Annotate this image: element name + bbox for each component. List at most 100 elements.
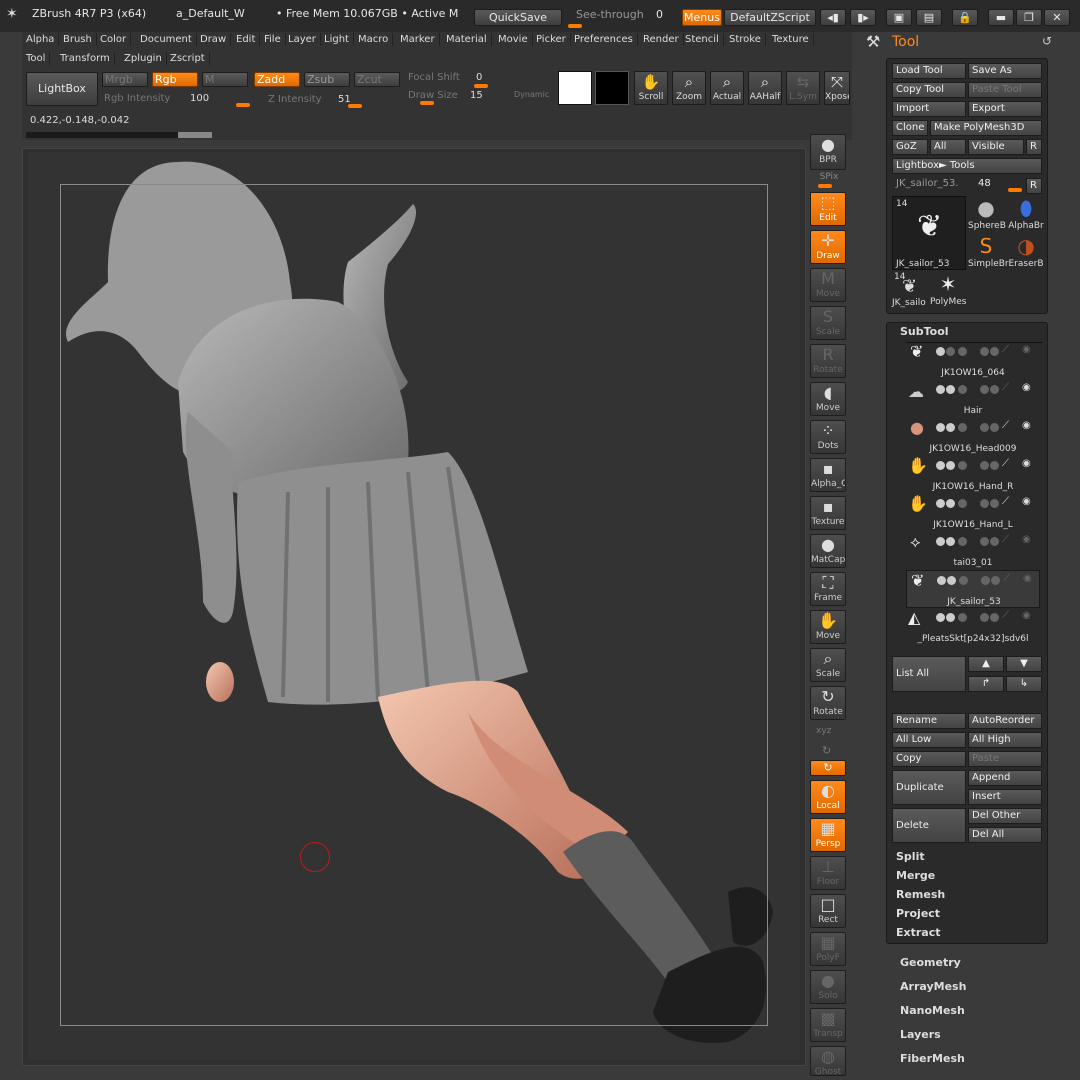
remesh-section[interactable]: Remesh — [896, 888, 945, 901]
menu-texture[interactable]: Texture — [768, 33, 814, 46]
copy-subtool-button[interactable]: Copy — [892, 751, 966, 767]
scale-mode-button[interactable]: S Scale — [810, 306, 846, 340]
aahalf-button[interactable]: ⌕ AAHalf — [748, 71, 782, 105]
zsub-button[interactable]: Zsub — [304, 72, 350, 87]
bpr-button[interactable]: ● BPR — [810, 134, 846, 170]
current-tool-value[interactable]: 48 — [978, 178, 991, 189]
eye-icon[interactable]: ◉ — [1022, 420, 1031, 431]
list-all-button[interactable]: List All — [892, 656, 966, 692]
sphere-brush-thumb[interactable]: ● SphereB — [968, 196, 1006, 234]
zcut-button[interactable]: Zcut — [354, 72, 400, 87]
subtool-item[interactable]: ◭ ⟋ ◉ _PleatsSkt[p24x32]sdv6l — [906, 608, 1040, 646]
dynamic-toggle[interactable]: Dynamic — [514, 90, 549, 99]
extract-section[interactable]: Extract — [896, 926, 941, 939]
all-low-button[interactable]: All Low — [892, 732, 966, 748]
all-button[interactable]: All — [930, 139, 966, 155]
lsym-button[interactable]: ⇆ L.Sym — [786, 71, 820, 105]
paste-tool-button[interactable]: Paste Tool — [968, 82, 1042, 98]
config-icon[interactable]: ▤ — [916, 9, 942, 26]
eye-icon[interactable]: ◉ — [1022, 534, 1031, 545]
menu-material[interactable]: Material — [442, 33, 492, 46]
main-color-swatch[interactable] — [558, 71, 592, 105]
brush-icon[interactable]: ⟋ — [1002, 458, 1009, 469]
texture-button[interactable]: ▪ Texture — [810, 496, 846, 530]
zadd-button[interactable]: Zadd — [254, 72, 300, 87]
insert-button[interactable]: Insert — [968, 789, 1042, 805]
nanomesh-section[interactable]: NanoMesh — [900, 1004, 965, 1017]
minimize-icon[interactable]: ▬ — [988, 9, 1014, 26]
simple-brush-thumb[interactable]: S SimpleBr — [968, 234, 1009, 272]
lightbox-button[interactable]: LightBox — [26, 72, 98, 106]
eye-icon[interactable]: ◉ — [1022, 382, 1031, 393]
menu-macro[interactable]: Macro — [354, 33, 394, 46]
move-view-button[interactable]: ✋ Move — [810, 610, 846, 644]
xpose-button[interactable]: ⤧ Xpose — [824, 71, 850, 105]
lock-icon[interactable]: 🔒 — [952, 9, 978, 26]
copy-tool-button[interactable]: Copy Tool — [892, 82, 966, 98]
eye-icon[interactable]: ◉ — [1022, 496, 1031, 507]
del-other-button[interactable]: Del Other — [968, 808, 1042, 824]
rect-button[interactable]: □ Rect — [810, 894, 846, 928]
eye-icon[interactable]: ◉ — [1023, 573, 1032, 584]
draw-size-slider[interactable] — [420, 101, 434, 105]
brush-icon[interactable]: ⟋ — [1002, 496, 1009, 507]
scale-view-button[interactable]: ⌕ Scale — [810, 648, 846, 682]
import-button[interactable]: Import — [892, 101, 966, 117]
menu-layer[interactable]: Layer — [284, 33, 321, 46]
menu-edit[interactable]: Edit — [232, 33, 261, 46]
save-as-button[interactable]: Save As — [968, 63, 1042, 79]
focal-shift-slider[interactable] — [474, 84, 488, 88]
prev-icon[interactable]: ◂▮ — [820, 9, 846, 26]
m-button[interactable]: M — [202, 72, 248, 87]
merge-section[interactable]: Merge — [896, 869, 935, 882]
solo-button[interactable]: ● Solo — [810, 970, 846, 1004]
brush-icon[interactable]: ⟋ — [1002, 420, 1009, 431]
menu-marker[interactable]: Marker — [396, 33, 440, 46]
mrgb-button[interactable]: Mrgb — [102, 72, 148, 87]
arrow-up-icon[interactable]: ▲ — [968, 656, 1004, 672]
brush-icon[interactable]: ⟋ — [1002, 534, 1009, 545]
subtool-item[interactable]: ⟡ ⟋ ◉ tai03_01 — [906, 532, 1040, 570]
edit-button[interactable]: ⬚ Edit — [810, 192, 846, 226]
menu-light[interactable]: Light — [320, 33, 354, 46]
menu-file[interactable]: File — [260, 33, 286, 46]
lightbox-tools-button[interactable]: Lightbox► Tools — [892, 158, 1042, 174]
persp-button[interactable]: ▦ Persp — [810, 818, 846, 852]
menu-picker[interactable]: Picker — [532, 33, 571, 46]
polyf-button[interactable]: ▦ PolyF — [810, 932, 846, 966]
append-button[interactable]: Append — [968, 770, 1042, 786]
brush-icon[interactable]: ⟋ — [1003, 573, 1010, 584]
move-brush-button[interactable]: ◖ Move — [810, 382, 846, 416]
rgb-intensity-slider[interactable] — [236, 103, 250, 107]
paste-subtool-button[interactable]: Paste — [968, 751, 1042, 767]
menu-preferences[interactable]: Preferences — [570, 33, 638, 46]
menu-zplugin[interactable]: Zplugin — [120, 52, 167, 65]
r-button[interactable]: R — [1026, 139, 1042, 155]
del-all-button[interactable]: Del All — [968, 827, 1042, 843]
make-polymesh3d-button[interactable]: Make PolyMesh3D — [930, 120, 1042, 136]
export-button[interactable]: Export — [968, 101, 1042, 117]
r-tool-button[interactable]: R — [1026, 178, 1042, 194]
project-section[interactable]: Project — [896, 907, 940, 920]
menu-stencil[interactable]: Stencil — [681, 33, 724, 46]
tool-panel-title[interactable]: Tool — [892, 34, 919, 50]
duplicate-button[interactable]: Duplicate — [892, 770, 966, 805]
move-up-icon[interactable]: ↱ — [968, 676, 1004, 692]
move-down-icon[interactable]: ↳ — [1006, 676, 1042, 692]
z-axis-button[interactable]: ↻ — [810, 760, 846, 776]
menu-brush[interactable]: Brush — [59, 33, 97, 46]
autoreorder-button[interactable]: AutoReorder — [968, 713, 1042, 729]
arraymesh-section[interactable]: ArrayMesh — [900, 980, 966, 993]
subtool-item[interactable]: ❦ ⟋ ◉ JK1OW16_064 — [906, 342, 1040, 380]
menus-button[interactable]: Menus — [682, 9, 722, 26]
default-zscript-button[interactable]: DefaultZScript — [724, 9, 816, 26]
alpha-brush-thumb[interactable]: ⬮ AlphaBr — [1006, 196, 1046, 234]
alpha-button[interactable]: ▪ Alpha_C — [810, 458, 846, 492]
next-icon[interactable]: ▮▸ — [850, 9, 876, 26]
transp-button[interactable]: ▩ Transp — [810, 1008, 846, 1042]
eye-icon[interactable]: ◉ — [1022, 610, 1031, 621]
z-intensity-slider[interactable] — [348, 104, 362, 108]
frame-button[interactable]: ⛶ Frame — [810, 572, 846, 606]
menu-document[interactable]: Document — [136, 33, 197, 46]
y-axis-icon[interactable]: ↻ — [822, 744, 831, 757]
